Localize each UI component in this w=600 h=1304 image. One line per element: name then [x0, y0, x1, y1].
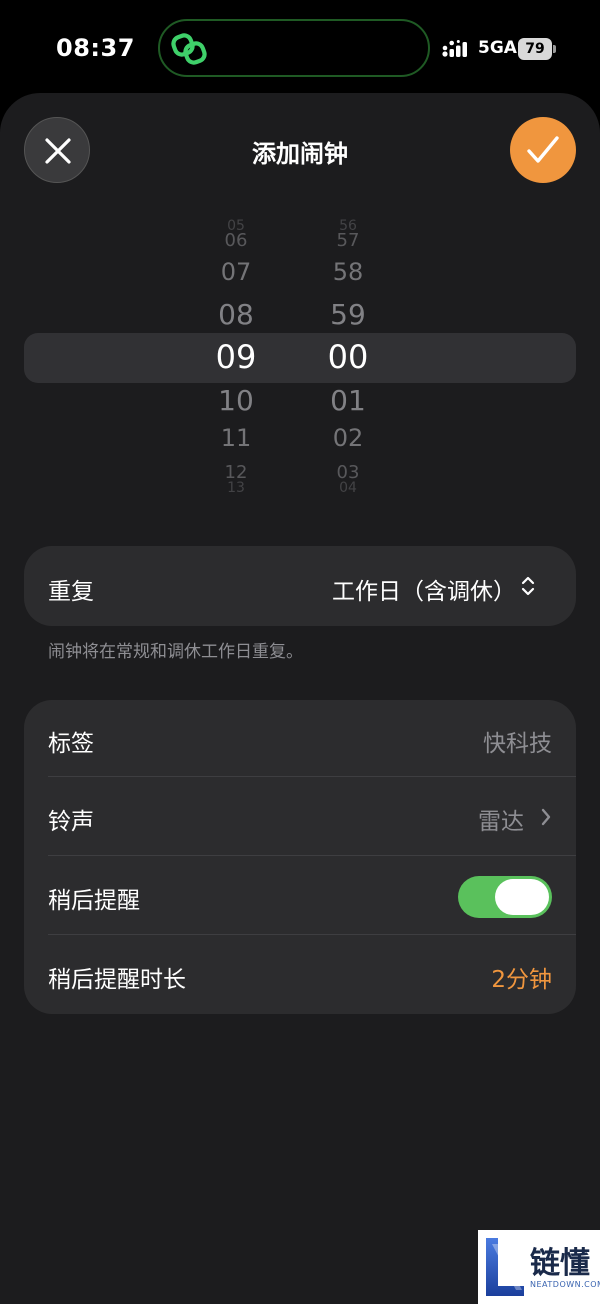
add-alarm-sheet	[0, 93, 600, 1304]
minute-option[interactable]: 57	[308, 230, 388, 251]
watermark: 链懂 NEATDOWN.COM	[478, 1230, 600, 1304]
divider	[48, 934, 576, 935]
settings-group: 标签 快科技 铃声 雷达 稍后提醒 稍后提醒时长 2分钟	[24, 700, 576, 1014]
minute-option[interactable]: 01	[308, 384, 388, 417]
minute-option[interactable]: 02	[308, 424, 388, 452]
sound-row-label: 铃声	[48, 809, 94, 835]
status-bar: 08:37 5GA 79	[0, 0, 600, 92]
divider	[48, 855, 576, 856]
sound-row-value: 雷达	[478, 809, 524, 835]
confirm-button[interactable]	[510, 117, 576, 183]
watermark-subtext: NEATDOWN.COM	[530, 1280, 600, 1289]
snooze-duration-label: 稍后提醒时长	[48, 967, 186, 993]
status-time: 08:37	[56, 34, 135, 62]
battery-icon: 79	[518, 38, 556, 60]
network-type: 5GA	[478, 38, 517, 58]
divider	[48, 776, 576, 777]
snooze-row: 稍后提醒	[24, 857, 576, 935]
snooze-duration-row[interactable]: 稍后提醒时长 2分钟	[24, 936, 576, 1014]
minute-option[interactable]: 59	[308, 298, 388, 331]
toggle-knob	[495, 879, 549, 915]
hour-selected[interactable]: 09	[196, 338, 276, 376]
link-icon	[171, 33, 207, 65]
snooze-toggle[interactable]	[458, 876, 552, 918]
repeat-row[interactable]: 重复 工作日（含调休）	[24, 546, 576, 626]
hour-option[interactable]: 06	[196, 230, 276, 251]
snooze-row-label: 稍后提醒	[48, 888, 140, 914]
chevron-right-icon	[541, 808, 551, 826]
watermark-text: 链懂	[530, 1246, 590, 1281]
label-row-label: 标签	[48, 731, 94, 757]
watermark-logo	[486, 1238, 524, 1296]
battery-level: 79	[525, 41, 545, 57]
hour-option[interactable]: 07	[196, 258, 276, 286]
hour-option[interactable]: 11	[196, 424, 276, 452]
label-row-value[interactable]: 快科技	[483, 724, 552, 758]
minute-selected[interactable]: 00	[308, 338, 388, 376]
chevron-up-down-icon	[521, 576, 535, 596]
hour-option[interactable]: 13	[196, 480, 276, 496]
repeat-hint: 闹钟将在常规和调休工作日重复。	[48, 642, 303, 662]
signal-icon	[442, 40, 467, 57]
label-row[interactable]: 标签 快科技	[24, 700, 576, 778]
hour-option[interactable]: 08	[196, 298, 276, 331]
sound-row[interactable]: 铃声 雷达	[24, 778, 576, 856]
checkmark-icon	[527, 136, 559, 163]
repeat-label: 重复	[48, 579, 94, 605]
minute-option[interactable]: 58	[308, 258, 388, 286]
snooze-duration-value[interactable]: 2分钟	[491, 960, 552, 994]
repeat-value: 工作日（含调休）	[332, 579, 516, 605]
picker-selection-band	[24, 333, 576, 383]
hour-option[interactable]: 10	[196, 384, 276, 417]
minute-option[interactable]: 04	[308, 480, 388, 496]
